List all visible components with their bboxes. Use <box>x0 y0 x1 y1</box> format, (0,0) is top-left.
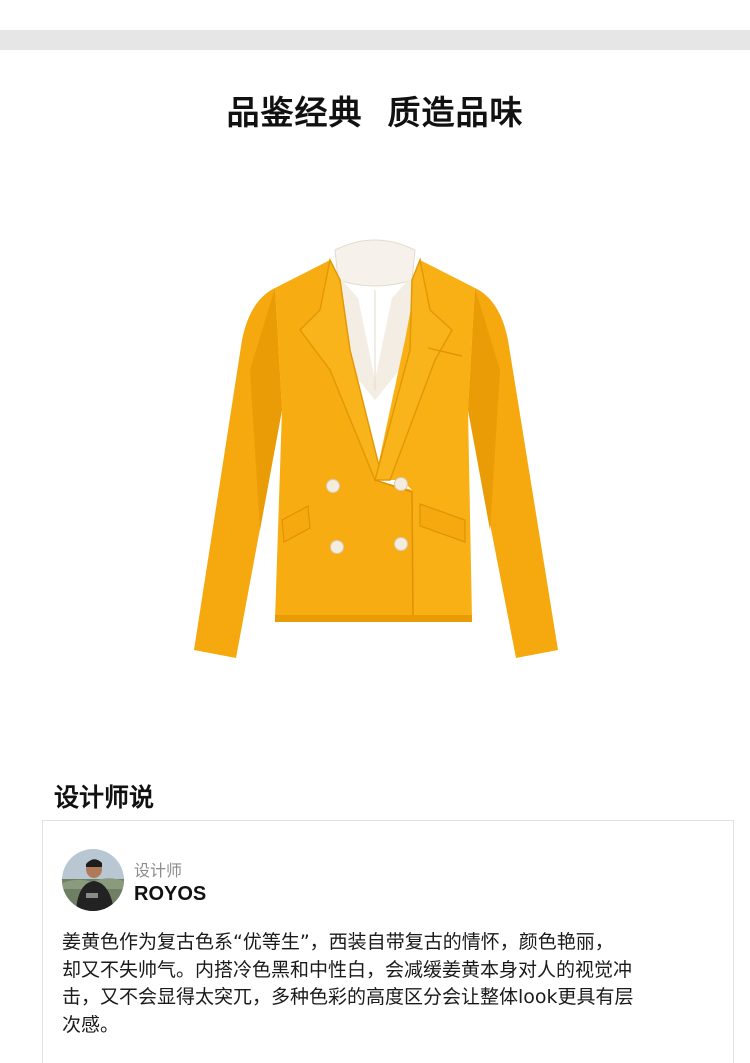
yellow-blazer-icon <box>194 239 558 658</box>
quote-line: 却又不失帅气。内搭冷色黑和中性白，会减缓姜黄本身对人的视觉冲 <box>62 958 633 981</box>
quote-line: 击，又不会显得太突兀，多种色彩的高度区分会让整体look更具有层 <box>62 986 634 1008</box>
product-detail-page: 品鉴经典 质造品味 设计师说 设计师 ROYOS 姜黄色作为复古色系“优等生”，… <box>0 0 750 1063</box>
designer-card: 设计师 ROYOS 姜黄色作为复古色系“优等生”，西装自带复古的情怀，颜色艳丽，… <box>42 820 734 1063</box>
designer-name: ROYOS <box>134 883 207 905</box>
page-headline: 品鉴经典 质造品味 <box>226 93 524 132</box>
designer-avatar-icon <box>62 849 124 911</box>
designer-avatar <box>62 849 124 911</box>
designer-role-label: 设计师 <box>134 861 183 880</box>
designer-quote: 姜黄色作为复古色系“优等生”，西装自带复古的情怀，颜色艳丽， 却又不失帅气。内搭… <box>62 929 722 1039</box>
top-spacer <box>0 0 750 30</box>
section-divider-bar <box>0 30 750 50</box>
designer-section-title: 设计师说 <box>54 783 155 812</box>
quote-line: 次感。 <box>62 1013 120 1036</box>
quote-line: 姜黄色作为复古色系“优等生”，西装自带复古的情怀，颜色艳丽， <box>62 931 614 953</box>
product-image <box>180 230 570 670</box>
